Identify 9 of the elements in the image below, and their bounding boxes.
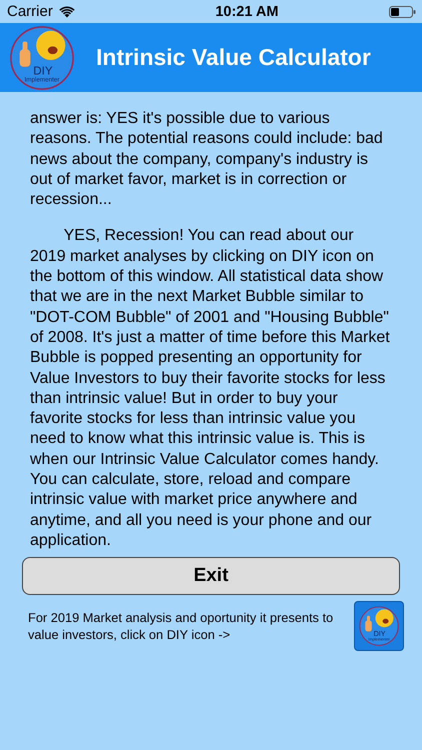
app-title: Intrinsic Value Calculator (96, 44, 371, 71)
body-paragraph: answer is: YES it's possible due to various reasons. The potential reasons could include: bad news about the company, company's industry is out of market favor, market is in correction or recession... (30, 109, 384, 210)
battery-icon (388, 6, 416, 18)
wifi-icon (58, 6, 75, 18)
clock-time: 10:21 AM (215, 4, 278, 20)
exit-button[interactable]: Exit (22, 557, 400, 595)
body-paragraph: YES, Recession! You can read about our 2019 market analyses by clicking on DIY icon on the bottom of this window. All statistical data show that we are in the next Market Bubble similar to "DOT-COM Bubble" of 2001 and "Housing Bubble" of 2008. It's just a matter of time before this Market Bubble is popped presenting an opportunity for Value Investors to buy their favorite stocks for less than intrinsic value! But in order to buy your favorite stocks for less than intrinsic value you need to know what this intrinsic value is. This is when our Intrinsic Value Calculator comes handy. You can calculate, store, reload and compare intrinsic value with market price anywhere and anytime, and all you need is your phone and our application. (30, 226, 391, 551)
carrier-label: Carrier (7, 3, 53, 20)
footer-text: For 2019 Market analysis and oportunity it presents to value investors, click on DIY icon -> (28, 609, 334, 643)
